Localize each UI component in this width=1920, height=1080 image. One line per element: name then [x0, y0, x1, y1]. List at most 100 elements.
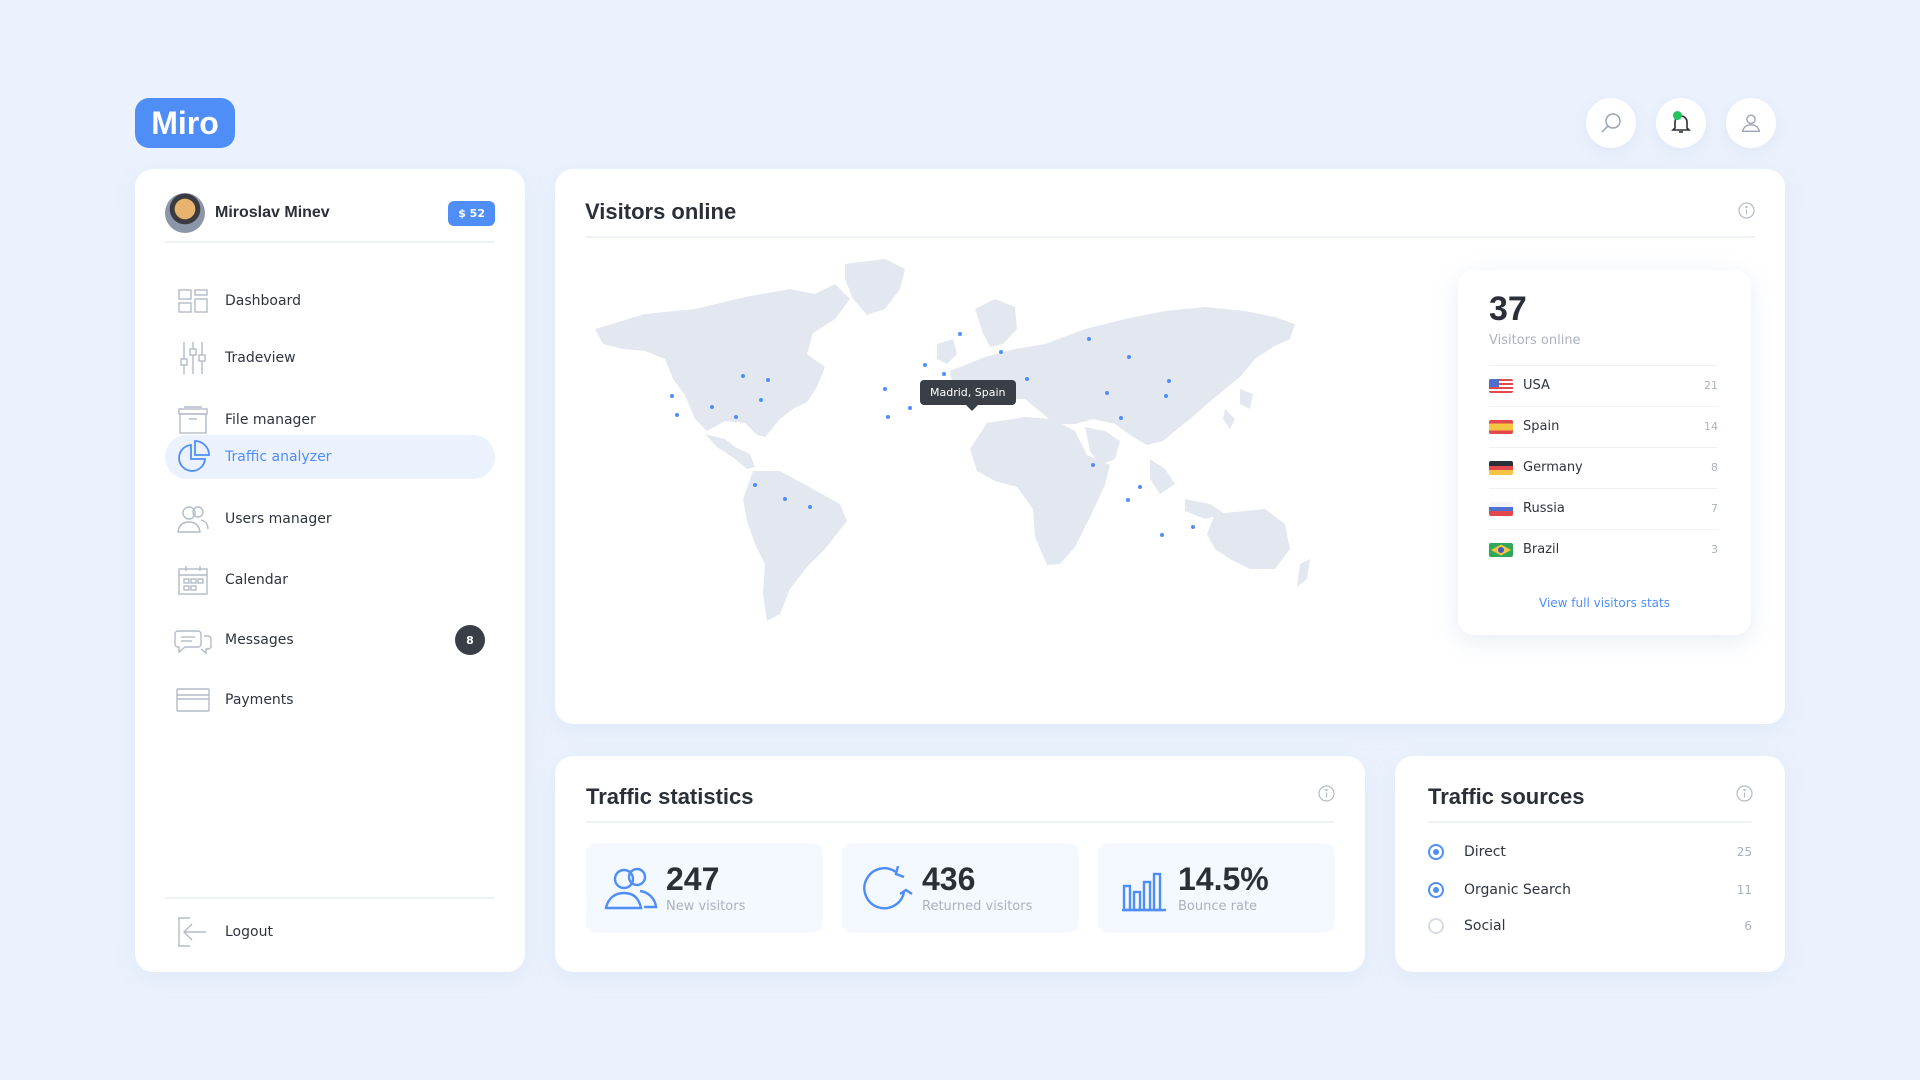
country-name: USA: [1523, 378, 1550, 393]
traffic-statistics-title: Traffic statistics: [586, 784, 754, 809]
stat-bounce-rate[interactable]: 14.5% Bounce rate: [1098, 843, 1335, 933]
sidebar-item-label: Traffic analyzer: [225, 449, 332, 465]
sidebar-item-users-manager[interactable]: Users manager: [165, 497, 495, 541]
search-button[interactable]: [1586, 98, 1636, 148]
world-map[interactable]: [585, 259, 1415, 699]
country-count: 8: [1711, 461, 1718, 474]
stat-label: Returned visitors: [922, 898, 1033, 914]
sidebar-item-dashboard[interactable]: Dashboard: [165, 279, 495, 323]
source-value: 6: [1744, 919, 1752, 933]
profile[interactable]: Miroslav Minev $ 52: [165, 185, 495, 241]
country-name: Brazil: [1523, 542, 1560, 557]
stat-new-visitors[interactable]: 247 New visitors: [586, 843, 823, 933]
traffic-sources-card: Traffic sources Direct 25 Organic Search…: [1395, 756, 1785, 972]
sidebar-item-label: Dashboard: [225, 293, 301, 309]
info-icon[interactable]: [1318, 785, 1335, 802]
source-row-organic-search[interactable]: Organic Search 11: [1428, 878, 1752, 902]
stat-value: 247: [666, 860, 720, 897]
visitors-title: Visitors online: [585, 199, 737, 224]
country-row[interactable]: Spain 14: [1489, 406, 1718, 446]
avatar[interactable]: [165, 193, 205, 233]
map-tooltip: Madrid, Spain: [920, 380, 1016, 411]
divider: [586, 821, 1334, 823]
divider: [165, 897, 495, 899]
bar-chart-icon: [1116, 864, 1172, 912]
source-radio[interactable]: [1428, 844, 1444, 860]
refresh-icon: [860, 862, 916, 914]
country-row[interactable]: Germany 8: [1489, 447, 1718, 487]
info-icon[interactable]: [1738, 202, 1755, 219]
sliders-icon: [173, 341, 213, 375]
chat-icon: [173, 625, 213, 655]
view-full-stats-link[interactable]: View full visitors stats: [1458, 596, 1751, 610]
country-name: Spain: [1523, 419, 1560, 434]
source-name: Social: [1464, 918, 1506, 934]
info-icon[interactable]: [1736, 785, 1753, 802]
calendar-icon: [173, 565, 213, 595]
notification-dot: [1673, 111, 1682, 120]
user-menu-button[interactable]: [1726, 98, 1776, 148]
country-name: Russia: [1523, 501, 1565, 516]
source-name: Direct: [1464, 844, 1506, 860]
sidebar-item-tradeview[interactable]: Tradeview: [165, 336, 495, 380]
users-icon: [604, 864, 660, 912]
pie-chart-icon: [173, 440, 213, 474]
app-logo[interactable]: Miro: [135, 98, 235, 148]
divider: [585, 236, 1755, 238]
sidebar-item-label: Messages: [225, 632, 294, 648]
country-count: 14: [1704, 420, 1718, 433]
country-name: Germany: [1523, 460, 1583, 475]
logout-button[interactable]: Logout: [165, 910, 495, 954]
country-row[interactable]: Russia 7: [1489, 488, 1718, 528]
sidebar-item-payments[interactable]: Payments: [165, 678, 495, 722]
logout-label: Logout: [225, 924, 273, 940]
sidebar: Miroslav Minev $ 52 Dashboard Tradeview …: [135, 169, 525, 972]
stat-returned-visitors[interactable]: 436 Returned visitors: [842, 843, 1079, 933]
search-icon: [1601, 113, 1621, 133]
balance-badge[interactable]: $ 52: [448, 200, 495, 226]
sidebar-item-label: Payments: [225, 692, 294, 708]
ru-flag-icon: [1489, 501, 1513, 516]
source-row-social[interactable]: Social 6: [1428, 914, 1752, 938]
sidebar-item-label: File manager: [225, 412, 316, 428]
source-radio[interactable]: [1428, 918, 1444, 934]
stat-label: New visitors: [666, 898, 746, 914]
divider: [1428, 821, 1752, 823]
profile-name: Miroslav Minev: [215, 204, 330, 221]
visitors-card: Visitors online Madrid, Spain 37 Visitor…: [555, 169, 1785, 724]
country-count: 21: [1704, 379, 1718, 392]
source-name: Organic Search: [1464, 882, 1572, 898]
source-radio[interactable]: [1428, 882, 1444, 898]
credit-card-icon: [173, 688, 213, 712]
source-row-direct[interactable]: Direct 25: [1428, 840, 1752, 864]
country-count: 7: [1711, 502, 1718, 515]
stat-value: 14.5%: [1178, 860, 1269, 897]
br-flag-icon: [1489, 542, 1513, 557]
country-count: 3: [1711, 543, 1718, 556]
country-row[interactable]: USA 21: [1489, 365, 1718, 405]
notifications-button[interactable]: [1656, 98, 1706, 148]
sidebar-item-label: Users manager: [225, 511, 332, 527]
sidebar-item-messages[interactable]: Messages 8: [165, 618, 495, 662]
country-row[interactable]: Brazil 3: [1489, 529, 1718, 569]
stat-label: Bounce rate: [1178, 898, 1258, 914]
visitors-count: 37: [1489, 290, 1527, 328]
archive-icon: [173, 406, 213, 434]
dashboard-icon: [173, 289, 213, 313]
traffic-sources-title: Traffic sources: [1428, 784, 1585, 809]
logout-icon: [173, 917, 213, 947]
sidebar-item-traffic-analyzer[interactable]: Traffic analyzer: [165, 435, 495, 479]
divider: [165, 241, 495, 243]
stat-value: 436: [922, 860, 976, 897]
header-actions: [1586, 98, 1776, 148]
source-value: 25: [1736, 845, 1752, 859]
sidebar-item-calendar[interactable]: Calendar: [165, 558, 495, 602]
de-flag-icon: [1489, 460, 1513, 475]
us-flag-icon: [1489, 378, 1513, 393]
visitors-count-label: Visitors online: [1489, 333, 1581, 348]
traffic-statistics-card: Traffic statistics 247 New visitors 436 …: [555, 756, 1365, 972]
users-icon: [173, 505, 213, 533]
sidebar-item-label: Calendar: [225, 572, 288, 588]
visitors-summary-panel: 37 Visitors online USA 21 Spain 14 Germa…: [1458, 270, 1751, 635]
user-icon: [1741, 114, 1761, 132]
